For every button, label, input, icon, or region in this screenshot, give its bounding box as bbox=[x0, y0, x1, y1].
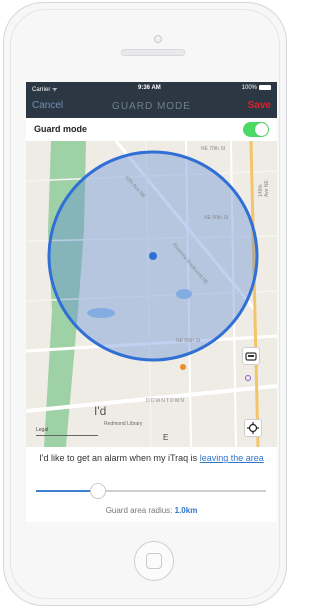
guard-radius-row: Guard area radius: 1.0km bbox=[26, 506, 277, 515]
earpiece-speaker bbox=[121, 49, 185, 56]
toggle-knob bbox=[255, 123, 268, 136]
scale-bar bbox=[36, 435, 98, 436]
home-square-icon bbox=[146, 553, 162, 569]
car-icon bbox=[245, 352, 257, 361]
poi-marker-icon bbox=[180, 364, 186, 370]
highway bbox=[249, 141, 260, 447]
radius-slider[interactable] bbox=[36, 483, 266, 499]
map-label: DOWNTOWN bbox=[146, 398, 186, 404]
alarm-condition-link[interactable]: leaving the area bbox=[200, 453, 264, 463]
navigation-bar: Cancel GUARD MODE Save bbox=[26, 94, 277, 118]
home-button[interactable] bbox=[134, 541, 174, 581]
radius-label: Guard area radius: bbox=[105, 506, 173, 515]
carrier-label: Carrier ᯤ bbox=[32, 87, 58, 93]
map-label: I'd bbox=[94, 404, 107, 418]
status-bar: Carrier ᯤ 9:36 AM 100% bbox=[26, 82, 277, 94]
page-title: GUARD MODE bbox=[112, 101, 191, 112]
map-label: E bbox=[163, 433, 169, 442]
poi-marker-icon bbox=[245, 375, 251, 381]
map-label: NE 60th St bbox=[204, 215, 229, 221]
map-label: NE 65th St bbox=[176, 338, 201, 344]
battery-percent: 100% bbox=[241, 85, 257, 91]
guard-mode-row: Guard mode bbox=[26, 118, 277, 142]
guard-mode-label: Guard mode bbox=[34, 124, 88, 134]
alarm-description: I'd like to get an alarm when my iTraq i… bbox=[34, 452, 269, 464]
map-layers-button[interactable] bbox=[242, 347, 260, 365]
slider-thumb[interactable] bbox=[90, 483, 107, 499]
radius-value: 1.0km bbox=[174, 506, 198, 515]
map-view[interactable]: 12th Ave NE Ravenna Boulevard NE NE 65th… bbox=[26, 141, 277, 447]
save-button[interactable]: Save bbox=[248, 100, 271, 111]
battery-icon bbox=[259, 85, 271, 90]
status-time: 9:36 AM bbox=[138, 85, 161, 91]
slider-fill bbox=[36, 490, 99, 492]
device-location-dot bbox=[149, 252, 157, 260]
map-label: Redmond Library bbox=[104, 421, 143, 427]
legal-link[interactable]: Legal bbox=[36, 427, 48, 433]
app-screen: Carrier ᯤ 9:36 AM 100% Cancel GUARD MODE… bbox=[26, 82, 277, 522]
map-label: NE 70th St bbox=[201, 146, 226, 152]
locate-me-button[interactable] bbox=[244, 419, 262, 437]
map-label: 148th Ave NE bbox=[258, 180, 270, 197]
crosshair-icon bbox=[247, 422, 259, 434]
alarm-prefix: I'd like to get an alarm when my iTraq i… bbox=[39, 453, 198, 463]
guard-mode-toggle[interactable] bbox=[243, 122, 269, 137]
front-camera bbox=[154, 35, 162, 43]
